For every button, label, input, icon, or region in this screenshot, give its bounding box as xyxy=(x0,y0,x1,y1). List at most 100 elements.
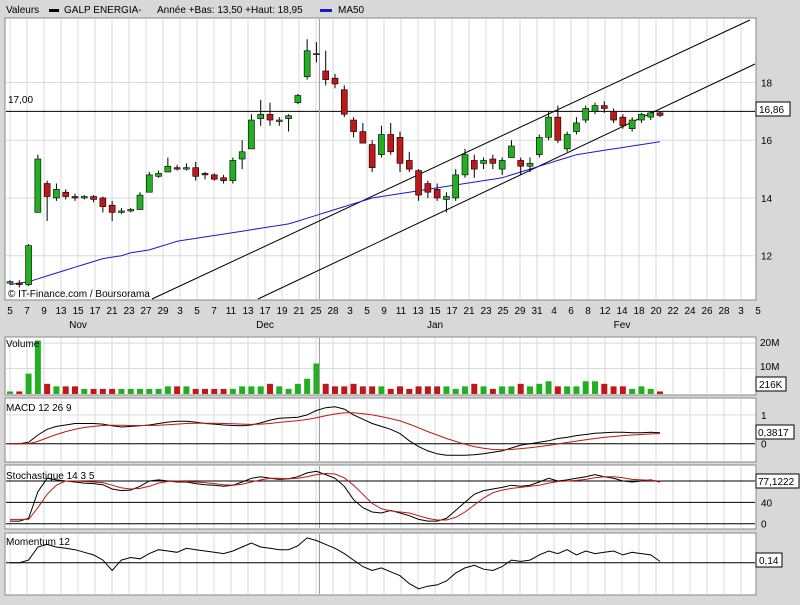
volume-bar xyxy=(16,391,23,394)
volume-bar xyxy=(471,383,478,394)
momentum-title: Momentum 12 xyxy=(6,537,70,548)
candle-body xyxy=(424,183,432,193)
x-tick-label: 15 xyxy=(72,306,84,317)
month-label: Fev xyxy=(614,320,631,331)
candle-body xyxy=(248,119,255,150)
volume-bar xyxy=(72,386,78,394)
volume-bar xyxy=(304,378,311,394)
candle-body xyxy=(53,189,60,199)
candle-body xyxy=(610,111,617,121)
candle-body xyxy=(275,119,283,122)
volume-bar xyxy=(406,388,413,394)
x-tick-label: 14 xyxy=(616,306,628,317)
volume-bar xyxy=(164,386,171,394)
candle-body xyxy=(15,282,23,285)
x-tick-label: 25 xyxy=(497,306,509,317)
volume-bar xyxy=(434,386,441,394)
candle-body xyxy=(591,105,599,112)
volume-bar xyxy=(248,386,255,394)
watermark: © IT-Finance.com / Boursorama xyxy=(8,289,150,300)
x-tick-label: 19 xyxy=(276,306,288,317)
candle-body xyxy=(164,165,172,173)
candle-body xyxy=(322,70,330,80)
candle-body xyxy=(220,177,227,181)
candle-body xyxy=(628,119,636,129)
candle-body xyxy=(359,131,367,144)
x-tick-label: 28 xyxy=(718,306,730,317)
volume-bar xyxy=(229,388,236,394)
volume-bar xyxy=(564,386,571,394)
y-tick-label: 14 xyxy=(761,194,773,205)
volume-bar xyxy=(573,386,580,394)
candle-body xyxy=(480,160,487,164)
volume-bar xyxy=(657,391,663,394)
macd-panel xyxy=(4,397,757,463)
stochastic-title: Stochastique 14 3 5 xyxy=(6,471,95,482)
x-tick-label: 9 xyxy=(41,306,47,317)
candle-body xyxy=(331,77,339,85)
candle-body xyxy=(229,160,237,181)
month-label: Dec xyxy=(256,320,274,331)
volume-bar xyxy=(341,386,348,394)
candle-body xyxy=(452,174,460,199)
y-tick-label: 16 xyxy=(761,136,773,147)
volume-bar xyxy=(545,381,552,394)
x-tick-label: 13 xyxy=(55,306,67,317)
x-tick-label: 21 xyxy=(463,306,475,317)
volume-bar xyxy=(90,388,97,394)
candle-body xyxy=(238,151,246,160)
volume-bar xyxy=(489,388,496,394)
candle-body xyxy=(201,173,209,176)
volume-bar xyxy=(127,388,134,394)
x-tick-label: 15 xyxy=(429,306,441,317)
x-tick-label: 5 xyxy=(194,306,200,317)
x-tick-label: 28 xyxy=(327,306,339,317)
header-ticker: GALP ENERGIA- xyxy=(64,5,142,16)
candle-body xyxy=(25,245,32,285)
volume-bar xyxy=(610,386,617,394)
x-tick-label: 8 xyxy=(585,306,591,317)
volume-bar xyxy=(508,386,515,394)
candle-body xyxy=(313,53,320,55)
volume-bar xyxy=(582,381,589,394)
candle-body xyxy=(535,137,543,155)
candle-body xyxy=(90,196,97,200)
x-tick-label: 17 xyxy=(89,306,101,317)
candle-body xyxy=(136,194,144,210)
candle-body xyxy=(62,191,70,197)
candle-body xyxy=(470,160,478,170)
candle-body xyxy=(266,113,274,121)
candle-body xyxy=(433,189,441,199)
volume-title: Volume xyxy=(6,339,40,350)
candle-body xyxy=(43,183,51,197)
volume-bar xyxy=(369,386,376,394)
candle-body xyxy=(127,209,135,212)
candle-body xyxy=(192,167,200,177)
stoch-last-label: 77,1222 xyxy=(758,477,795,488)
volume-bar xyxy=(378,386,385,394)
y-tick-label: 12 xyxy=(761,252,773,263)
candle-body xyxy=(34,158,42,213)
candle-body xyxy=(554,116,562,141)
volume-bar xyxy=(387,388,394,394)
ticker-legend-swatch xyxy=(49,9,59,12)
macd-ytick-label: 1 xyxy=(761,411,767,422)
candle-body xyxy=(387,134,395,153)
x-tick-label: 3 xyxy=(177,306,183,317)
volume-bar xyxy=(211,388,218,394)
volume-bar xyxy=(638,386,645,394)
candle-body xyxy=(526,163,534,167)
volume-bar xyxy=(554,386,561,394)
x-tick-label: 5 xyxy=(7,306,13,317)
volume-bar xyxy=(527,386,533,394)
volume-bar xyxy=(109,388,116,394)
macd-title: MACD 12 26 9 xyxy=(6,403,72,414)
candle-body xyxy=(405,160,413,170)
volume-bar xyxy=(322,383,329,394)
x-tick-label: 17 xyxy=(446,306,458,317)
candle-body xyxy=(173,167,181,170)
volume-bar xyxy=(267,383,273,394)
month-label: Nov xyxy=(69,320,87,331)
chart-window: 5 7 9 13 15 17 21 23 27 29 3 5 7 11 13 17 19 21 25 28 3 5 9 11 1… xyxy=(0,0,800,600)
candle-body xyxy=(6,281,14,284)
